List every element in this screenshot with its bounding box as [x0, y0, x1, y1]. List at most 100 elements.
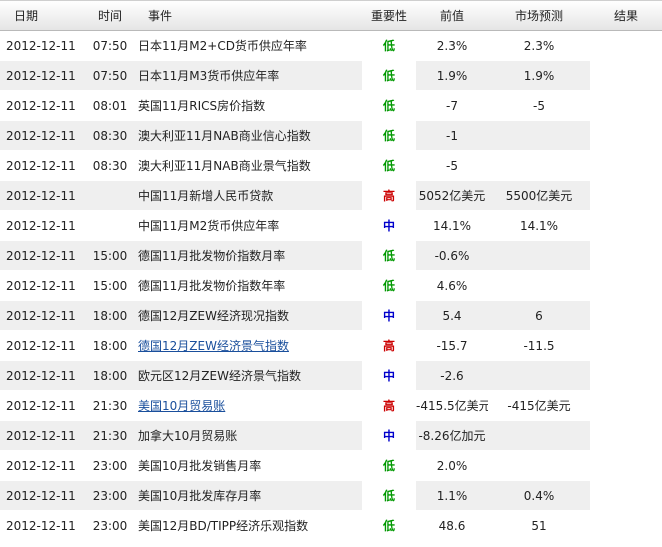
row-date: 2012-12-11: [0, 210, 86, 241]
row-result: [590, 120, 662, 151]
row-date: 2012-12-11: [0, 270, 86, 301]
row-previous: 2.0%: [416, 450, 488, 481]
row-date: 2012-12-11: [0, 30, 86, 61]
row-date: 2012-12-11: [0, 360, 86, 391]
event-link[interactable]: 德国12月ZEW经济景气指数: [138, 339, 289, 353]
table-row: 2012-12-11 07:50 日本11月M2+CD货币供应年率低 2.3% 2.3%: [0, 30, 662, 61]
row-event: 英国11月RICS房价指数: [134, 90, 362, 121]
row-result: [590, 360, 662, 391]
row-previous: 48.6: [416, 510, 488, 541]
row-importance: 低: [362, 60, 416, 91]
header-event: 事件: [134, 0, 362, 31]
table-row: 2012-12-11 中国11月M2货币供应年率中 14.1% 14.1%: [0, 210, 662, 241]
row-time: 15:00: [86, 240, 134, 271]
row-date: 2012-12-11: [0, 240, 86, 271]
row-event: 中国11月新增人民币贷款: [134, 180, 362, 211]
event-link[interactable]: 美国10月贸易账: [138, 399, 225, 413]
row-forecast: 2.3%: [488, 30, 590, 61]
row-date: 2012-12-11: [0, 450, 86, 481]
row-importance: 低: [362, 120, 416, 151]
row-result: [590, 510, 662, 541]
row-importance: 高: [362, 180, 416, 211]
row-previous: 4.6%: [416, 270, 488, 301]
row-result: [590, 330, 662, 361]
row-time: 08:01: [86, 90, 134, 121]
row-date: 2012-12-11: [0, 150, 86, 181]
table-row: 2012-12-11 08:01 英国11月RICS房价指数低 -7 -5: [0, 90, 662, 121]
row-previous: 14.1%: [416, 210, 488, 241]
row-time: 23:00: [86, 450, 134, 481]
row-importance: 中: [362, 300, 416, 331]
row-importance: 低: [362, 510, 416, 541]
row-forecast: 14.1%: [488, 210, 590, 241]
row-importance: 低: [362, 450, 416, 481]
row-date: 2012-12-11: [0, 180, 86, 211]
row-importance: 中: [362, 420, 416, 451]
row-result: [590, 390, 662, 421]
row-time: 18:00: [86, 360, 134, 391]
table-row: 2012-12-11 18:00 德国12月ZEW经济景气指数 高 -15.7 -11.5: [0, 330, 662, 361]
row-date: 2012-12-11: [0, 330, 86, 361]
economic-calendar-table: 日期 时间 事件 重要性 前值 市场预测 结果 2012-12-11 07:50 日…: [0, 0, 662, 541]
row-result: [590, 480, 662, 511]
row-forecast: [488, 420, 590, 451]
row-time: 07:50: [86, 60, 134, 91]
row-event: 德国11月批发物价指数月率: [134, 240, 362, 271]
row-forecast: [488, 450, 590, 481]
row-previous: -1: [416, 120, 488, 151]
row-forecast: [488, 270, 590, 301]
table-row: 2012-12-11 23:00 美国10月批发库存月率低 1.1% 0.4%: [0, 480, 662, 511]
table-row: 2012-12-11 08:30 澳大利亚11月NAB商业信心指数低 -1: [0, 120, 662, 151]
row-time: 23:00: [86, 510, 134, 541]
row-previous: -0.6%: [416, 240, 488, 271]
row-importance: 高: [362, 390, 416, 421]
row-time: 18:00: [86, 330, 134, 361]
row-time: 08:30: [86, 120, 134, 151]
row-importance: 低: [362, 240, 416, 271]
row-previous: -7: [416, 90, 488, 121]
row-forecast: -415亿美元: [488, 390, 590, 421]
row-previous: -2.6: [416, 360, 488, 391]
row-time: 23:00: [86, 480, 134, 511]
row-importance: 高: [362, 330, 416, 361]
row-forecast: -5: [488, 90, 590, 121]
row-previous: -5: [416, 150, 488, 181]
row-event: 澳大利亚11月NAB商业景气指数: [134, 150, 362, 181]
row-previous: 1.9%: [416, 60, 488, 91]
table-row: 2012-12-11 15:00 德国11月批发物价指数年率低 4.6%: [0, 270, 662, 301]
row-event: 澳大利亚11月NAB商业信心指数: [134, 120, 362, 151]
row-result: [590, 60, 662, 91]
row-result: [590, 420, 662, 451]
header-result: 结果: [590, 0, 662, 31]
row-forecast: 6: [488, 300, 590, 331]
header-importance: 重要性: [362, 0, 416, 31]
row-date: 2012-12-11: [0, 120, 86, 151]
row-previous: 5052亿美元: [416, 180, 488, 211]
row-previous: -15.7: [416, 330, 488, 361]
row-forecast: 0.4%: [488, 480, 590, 511]
row-importance: 低: [362, 90, 416, 121]
row-event: 美国10月贸易账: [134, 390, 362, 421]
table-row: 2012-12-11 15:00 德国11月批发物价指数月率低 -0.6%: [0, 240, 662, 271]
row-importance: 低: [362, 150, 416, 181]
row-importance: 中: [362, 210, 416, 241]
row-event: 德国12月ZEW经济现况指数: [134, 300, 362, 331]
row-event: 日本11月M2+CD货币供应年率: [134, 30, 362, 61]
row-forecast: 5500亿美元: [488, 180, 590, 211]
row-result: [590, 450, 662, 481]
row-date: 2012-12-11: [0, 510, 86, 541]
row-time: [86, 180, 134, 211]
header-previous: 前值: [416, 0, 488, 31]
row-event: 欧元区12月ZEW经济景气指数: [134, 360, 362, 391]
row-time: 15:00: [86, 270, 134, 301]
row-forecast: [488, 360, 590, 391]
row-date: 2012-12-11: [0, 420, 86, 451]
row-importance: 低: [362, 480, 416, 511]
row-event: 中国11月M2货币供应年率: [134, 210, 362, 241]
row-time: 07:50: [86, 30, 134, 61]
row-previous: -8.26亿加元: [416, 420, 488, 451]
table-row: 2012-12-11 23:00 美国10月批发销售月率低 2.0%: [0, 450, 662, 481]
row-date: 2012-12-11: [0, 300, 86, 331]
table-row: 2012-12-11 21:30 加拿大10月贸易账中 -8.26亿加元: [0, 420, 662, 451]
row-event: 日本11月M3货币供应年率: [134, 60, 362, 91]
